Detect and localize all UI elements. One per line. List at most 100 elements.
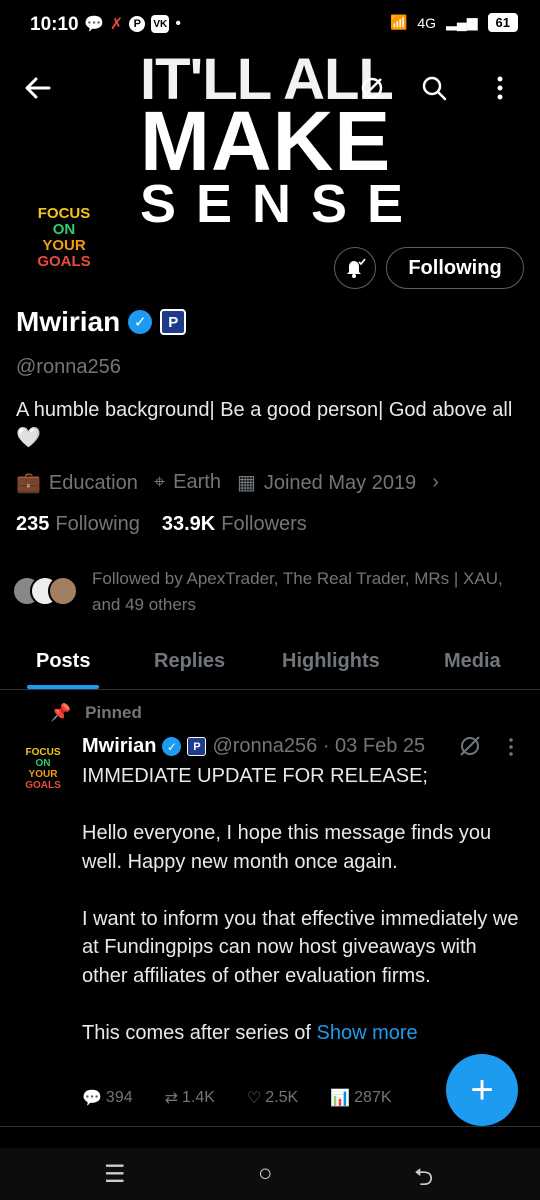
category-item: 💼 Education	[16, 470, 138, 495]
post-paragraph: I want to inform you that effective imme…	[82, 907, 519, 987]
tab-media[interactable]: Media	[444, 640, 501, 690]
chat-icon: 💬	[84, 16, 104, 33]
system-nav-bar: ☰ ○ ⮌	[0, 1148, 540, 1200]
followers-label: Followers	[221, 513, 307, 535]
post-avatar-line-1: FOCUS	[25, 747, 61, 758]
avatar	[48, 576, 78, 606]
pinterest-icon: P	[129, 16, 146, 32]
battery-indicator: 61	[487, 13, 518, 32]
repost-icon: ⇄	[164, 1090, 179, 1107]
pinned-label-row: 📌 Pinned	[50, 703, 142, 723]
reply-icon: 💬	[82, 1090, 102, 1107]
views-icon: 📊	[330, 1090, 351, 1107]
heart-icon: ♡	[246, 1090, 262, 1107]
reply-button[interactable]: 💬 394	[82, 1088, 133, 1108]
profile-handle: @ronna256	[16, 356, 121, 378]
post-avatar-line-4: GOALS	[25, 780, 61, 791]
post-actions: 💬 394 ⇄ 1.4K ♡ 2.5K 📊 287K	[82, 1088, 462, 1108]
joined-item: ▦ Joined May 2019	[237, 470, 416, 495]
calendar-icon: ▦	[236, 472, 256, 494]
tab-replies[interactable]: Replies	[154, 640, 225, 690]
avatar-line-1: FOCUS	[37, 205, 91, 222]
following-button[interactable]: Following	[386, 247, 524, 289]
banner-line-3: SENSE	[140, 174, 424, 234]
show-more-link[interactable]: Show more	[317, 1022, 418, 1044]
notification-icons: 💬 ✗ P VK •	[84, 14, 181, 34]
affiliate-badge-icon: P	[187, 737, 207, 756]
verified-badge-icon: ✓	[128, 310, 153, 334]
profile-name-row: Mwirian ✓ P	[16, 306, 187, 338]
grok-icon	[460, 736, 480, 756]
more-vertical-icon	[497, 76, 503, 100]
status-time: 10:10	[30, 14, 79, 35]
plus-icon: +	[470, 1067, 494, 1112]
post-divider	[0, 1126, 540, 1127]
profile-name: Mwirian	[16, 306, 121, 337]
views-button[interactable]: 📊 287K	[330, 1088, 391, 1108]
joined-label: Joined May 2019	[263, 472, 417, 494]
grok-button[interactable]	[352, 68, 392, 108]
following-label: Following	[55, 513, 140, 535]
repost-button[interactable]: ⇄ 1.4K	[165, 1088, 215, 1108]
dot-icon: •	[175, 15, 181, 32]
post-body[interactable]: IMMEDIATE UPDATE FOR RELEASE; Hello ever…	[82, 762, 522, 1047]
like-button[interactable]: ♡ 2.5K	[247, 1088, 298, 1108]
back-nav-icon[interactable]: ⮌	[414, 1160, 433, 1200]
tab-posts[interactable]: Posts	[36, 640, 90, 690]
pinned-label: Pinned	[85, 703, 142, 722]
followers-count: 33.9K	[161, 513, 216, 535]
post-avatar-line-2: ON	[35, 758, 51, 769]
active-tab-indicator	[27, 685, 99, 689]
repost-count: 1.4K	[182, 1089, 215, 1106]
post-avatar-line-3: YOUR	[28, 769, 58, 780]
post-paragraph: Hello everyone, I hope this message find…	[82, 822, 492, 873]
reply-count: 394	[105, 1089, 133, 1106]
post-more-button[interactable]	[508, 738, 514, 761]
chevron-right-icon[interactable]: ›	[432, 471, 439, 494]
post-handle-date: @ronna256 · 03 Feb 25	[212, 735, 426, 757]
compose-post-button[interactable]: +	[446, 1054, 518, 1126]
status-right: 📶 4G ▂▄▆ 61	[390, 13, 518, 32]
vk-icon: VK	[151, 15, 170, 33]
post-avatar[interactable]: FOCUS ON YOUR GOALS	[16, 742, 70, 796]
grok-post-button[interactable]	[458, 734, 482, 763]
profile-bio: A humble background| Be a good person| G…	[16, 399, 513, 449]
more-options-button[interactable]	[480, 68, 520, 108]
bell-check-icon	[347, 258, 366, 278]
post-last-line: This comes after series of Show more	[82, 1019, 522, 1048]
notifications-bell-button[interactable]	[334, 247, 376, 289]
post-paragraph: IMMEDIATE UPDATE FOR RELEASE;	[82, 765, 428, 787]
verified-badge-icon: ✓	[162, 737, 182, 756]
grok-icon	[361, 77, 383, 99]
search-icon	[422, 76, 447, 101]
avatar-line-2: ON	[52, 221, 76, 238]
profile-meta: 💼 Education ⌖ Earth ▦ Joined May 2019 ›	[16, 470, 439, 495]
affiliate-badge-icon[interactable]: P	[160, 309, 187, 335]
more-vertical-icon	[509, 738, 513, 756]
profile-avatar[interactable]: FOCUS ON YOUR GOALS	[14, 188, 114, 288]
post-author[interactable]: Mwirian	[82, 735, 156, 758]
followed-by-text: Followed by ApexTrader, The Real Trader,…	[92, 569, 503, 614]
signal-icon: ▂▄▆	[446, 14, 478, 30]
avatar-line-4: GOALS	[37, 253, 91, 270]
profile-tabs: Posts Replies Highlights Media	[0, 640, 540, 690]
followed-by-row[interactable]: Followed by ApexTrader, The Real Trader,…	[12, 566, 512, 618]
post-last-text: This comes after series of	[82, 1021, 317, 1044]
followers-count-link[interactable]: 33.9K Followers	[162, 513, 307, 536]
briefcase-icon: 💼	[16, 472, 41, 494]
following-count-link[interactable]: 235 Following	[16, 513, 140, 536]
follow-counts: 235 Following 33.9K Followers	[16, 513, 307, 536]
category-label: Education	[48, 472, 138, 494]
avatar-line-3: YOUR	[42, 237, 86, 254]
back-button[interactable]	[18, 68, 58, 108]
following-count: 235	[16, 513, 50, 535]
pin-icon: 📌	[50, 703, 72, 722]
like-count: 2.5K	[265, 1089, 299, 1106]
app-icon: ✗	[109, 16, 124, 33]
search-button[interactable]	[414, 68, 454, 108]
back-arrow-icon	[25, 77, 51, 99]
home-icon[interactable]: ○	[258, 1160, 273, 1188]
tab-highlights[interactable]: Highlights	[282, 640, 380, 690]
recents-icon[interactable]: ☰	[104, 1160, 126, 1189]
banner-line-2: MAKE	[140, 94, 392, 188]
